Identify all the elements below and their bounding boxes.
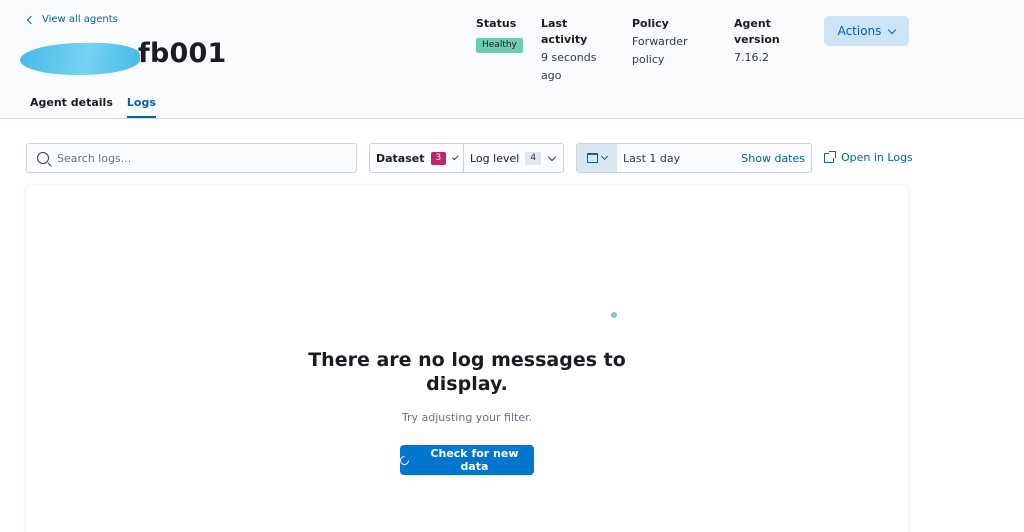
last-activity-label: Last activity — [541, 17, 588, 46]
search-icon — [37, 152, 49, 164]
check-for-new-data-button[interactable]: Check for new data — [398, 445, 534, 475]
filter-group: Dataset 3 Log level 4 — [369, 143, 564, 173]
agent-header: View all agents fb001 Status Healthy Las… — [0, 0, 1024, 119]
policy-label: Policy — [632, 17, 669, 30]
agent-version-label: Agent version — [734, 17, 780, 46]
refresh-icon — [398, 453, 411, 467]
chevron-down-icon — [547, 152, 557, 161]
chevron-left-icon — [26, 15, 36, 25]
status-section: Status Healthy — [476, 16, 536, 53]
last-activity-value: 9 seconds ago — [541, 51, 597, 82]
agent-name-title: fb001 — [138, 38, 227, 69]
log-level-label: Log level — [470, 151, 520, 165]
policy-section: Policy Forwarder policy — [632, 16, 712, 69]
status-badge: Healthy — [476, 38, 523, 53]
open-in-logs-label: Open in Logs — [841, 151, 913, 164]
chevron-down-icon — [600, 152, 609, 161]
view-all-agents-link[interactable]: View all agents — [26, 14, 118, 25]
search-box[interactable] — [26, 143, 357, 173]
tab-logs[interactable]: Logs — [126, 96, 156, 118]
last-activity-section: Last activity 9 seconds ago — [541, 16, 617, 85]
open-in-logs-link[interactable]: Open in Logs — [824, 150, 913, 164]
quick-select-button[interactable] — [577, 144, 617, 172]
actions-label: Actions — [837, 24, 882, 38]
chevron-down-icon — [888, 25, 897, 34]
dataset-count-badge: 3 — [430, 151, 447, 165]
redaction-mark — [19, 41, 141, 77]
agent-version-section: Agent version 7.16.2 — [734, 16, 806, 67]
date-range-text[interactable]: Last 1 day — [623, 152, 741, 165]
log-level-filter-button[interactable]: Log level 4 — [464, 144, 563, 172]
dataset-label: Dataset — [376, 151, 425, 165]
empty-state-subtitle: Try adjusting your filter. — [401, 411, 533, 424]
show-dates-link[interactable]: Show dates — [741, 152, 805, 165]
agent-version-value: 7.16.2 — [734, 51, 769, 64]
policy-link[interactable]: Forwarder policy — [632, 33, 712, 69]
log-level-count-badge: 4 — [525, 151, 542, 165]
back-link-label: View all agents — [42, 14, 118, 25]
empty-state-title: There are no log messages to display. — [308, 349, 626, 395]
log-stream-panel: There are no log messages to display. Tr… — [26, 185, 908, 532]
external-link-icon — [824, 150, 836, 163]
date-picker: Last 1 day Show dates — [576, 143, 812, 173]
chevron-down-icon — [452, 153, 459, 160]
tab-bar: Agent details Logs — [30, 96, 170, 118]
actions-button[interactable]: Actions — [824, 16, 909, 46]
search-input[interactable] — [57, 151, 347, 165]
status-label: Status — [476, 17, 517, 30]
check-button-label: Check for new data — [430, 447, 519, 473]
empty-state-title-wrapper: There are no log messages to display. — [26, 348, 908, 396]
dataset-filter-button[interactable]: Dataset 3 — [370, 144, 464, 172]
tab-agent-details[interactable]: Agent details — [30, 96, 113, 118]
calendar-icon — [587, 153, 598, 163]
loading-dot — [611, 312, 617, 318]
